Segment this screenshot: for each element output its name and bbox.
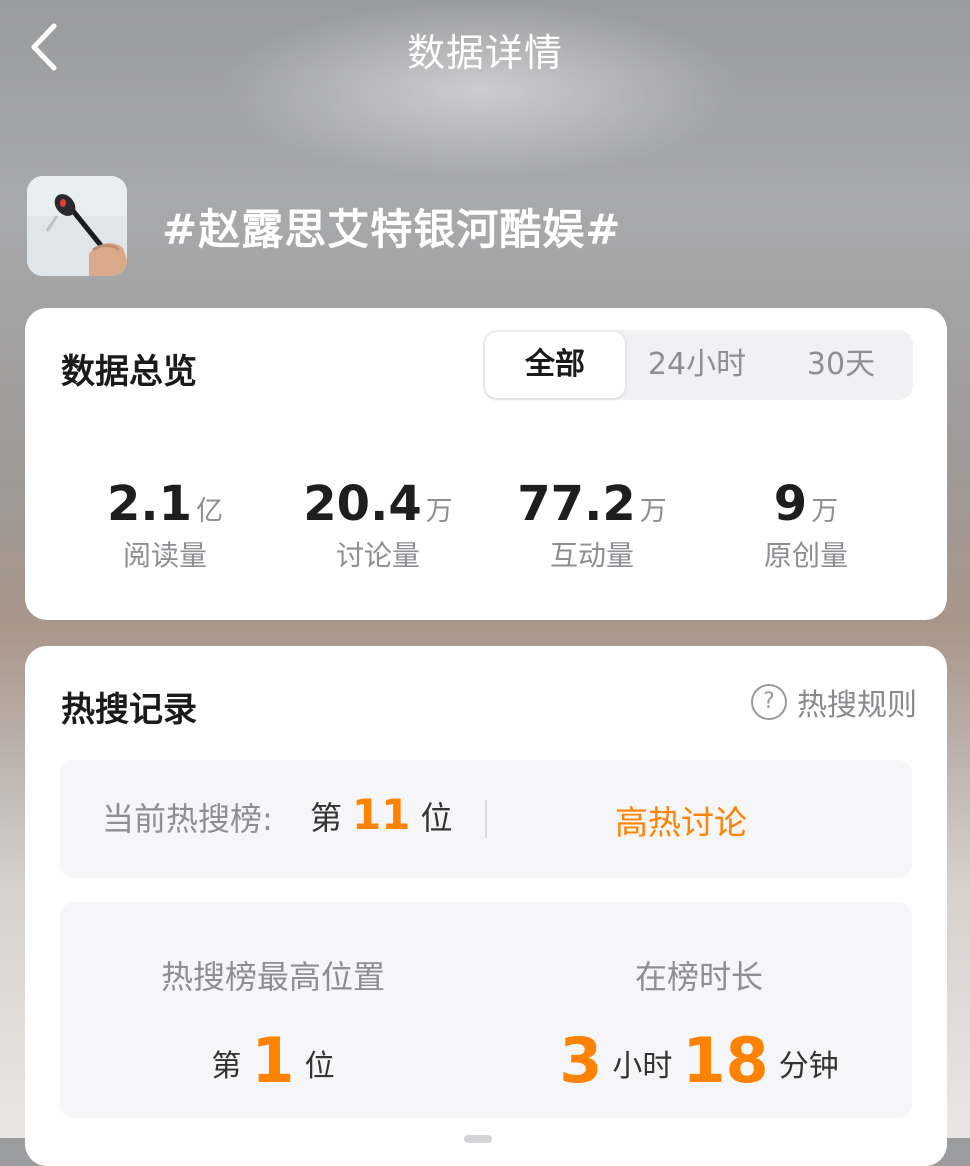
best-position-value: 第1位 xyxy=(60,1024,486,1097)
rank-prefix: 第 xyxy=(310,799,343,837)
stat-value: 77.2 xyxy=(517,476,636,532)
stat-label: 原创量 xyxy=(763,539,848,572)
stat-discussions: 20.4 万 讨论量 xyxy=(278,476,478,574)
duration-hours: 3 xyxy=(559,1024,603,1097)
stat-label: 互动量 xyxy=(549,539,634,572)
rank-suffix: 位 xyxy=(304,1049,335,1084)
stat-unit: 万 xyxy=(639,496,667,527)
hot-search-record-card: 热搜记录 ? 热搜规则 当前热搜榜: 第 11 位 高热讨论 热搜榜最高位置 第1位… xyxy=(25,646,947,1166)
topic-title: #赵露思艾特银河酷娱# xyxy=(162,205,622,254)
stat-interactions: 77.2 万 互动量 xyxy=(492,476,692,574)
current-rank-value: 第 11 位 xyxy=(310,790,452,839)
rank-prefix: 第 xyxy=(211,1049,242,1084)
stat-unit: 亿 xyxy=(196,496,224,527)
stat-unit: 万 xyxy=(811,496,839,527)
best-rank-box: 热搜榜最高位置 第1位 在榜时长 3 小时 18 分钟 xyxy=(60,902,912,1118)
best-position: 热搜榜最高位置 第1位 xyxy=(60,952,486,1097)
data-overview-card: 数据总览 全部 24小时 30天 2.1 亿 阅读量 20.4 万 讨论量 77.2… xyxy=(25,308,947,620)
current-rank-box: 当前热搜榜: 第 11 位 高热讨论 xyxy=(60,760,912,878)
current-rank-number: 11 xyxy=(352,790,411,839)
stat-label: 讨论量 xyxy=(335,539,420,572)
tab-24h[interactable]: 24小时 xyxy=(625,330,769,400)
time-on-list-value: 3 小时 18 分钟 xyxy=(486,1024,912,1097)
time-on-list: 在榜时长 3 小时 18 分钟 xyxy=(486,952,912,1097)
tab-30d[interactable]: 30天 xyxy=(769,330,913,400)
duration-minutes-unit: 分钟 xyxy=(778,1049,839,1084)
stat-label: 阅读量 xyxy=(122,539,207,572)
hot-heading: 热搜记录 xyxy=(61,690,197,730)
stat-originals: 9万 原创量 xyxy=(706,476,906,574)
duration-minutes: 18 xyxy=(682,1024,769,1097)
overview-heading: 数据总览 xyxy=(61,352,197,392)
question-circle-icon: ? xyxy=(751,684,787,720)
stat-reads: 2.1 亿 阅读量 xyxy=(65,476,265,574)
time-range-tabs: 全部 24小时 30天 xyxy=(483,330,913,400)
stat-value: 2.1 xyxy=(106,476,193,532)
tab-all[interactable]: 全部 xyxy=(485,332,625,398)
topic-thumbnail xyxy=(27,176,127,276)
hot-discussion-badge: 高热讨论 xyxy=(615,803,747,842)
duration-hours-unit: 小时 xyxy=(612,1049,673,1084)
hot-rules-link[interactable]: ? 热搜规则 xyxy=(751,680,917,724)
best-rank-number: 1 xyxy=(251,1024,295,1097)
microphone-image xyxy=(27,176,127,276)
time-on-list-title: 在榜时长 xyxy=(634,958,763,996)
divider xyxy=(485,800,487,838)
stat-value: 9 xyxy=(773,476,808,532)
stat-value: 20.4 xyxy=(303,476,422,532)
page-title: 数据详情 xyxy=(406,31,563,75)
hot-rules-label: 热搜规则 xyxy=(797,688,917,723)
top-bar: 数据详情 xyxy=(0,0,970,96)
stat-unit: 万 xyxy=(425,496,453,527)
best-position-title: 热搜榜最高位置 xyxy=(160,958,385,996)
current-rank-label: 当前热搜榜: xyxy=(102,800,273,838)
rank-suffix: 位 xyxy=(420,799,453,837)
